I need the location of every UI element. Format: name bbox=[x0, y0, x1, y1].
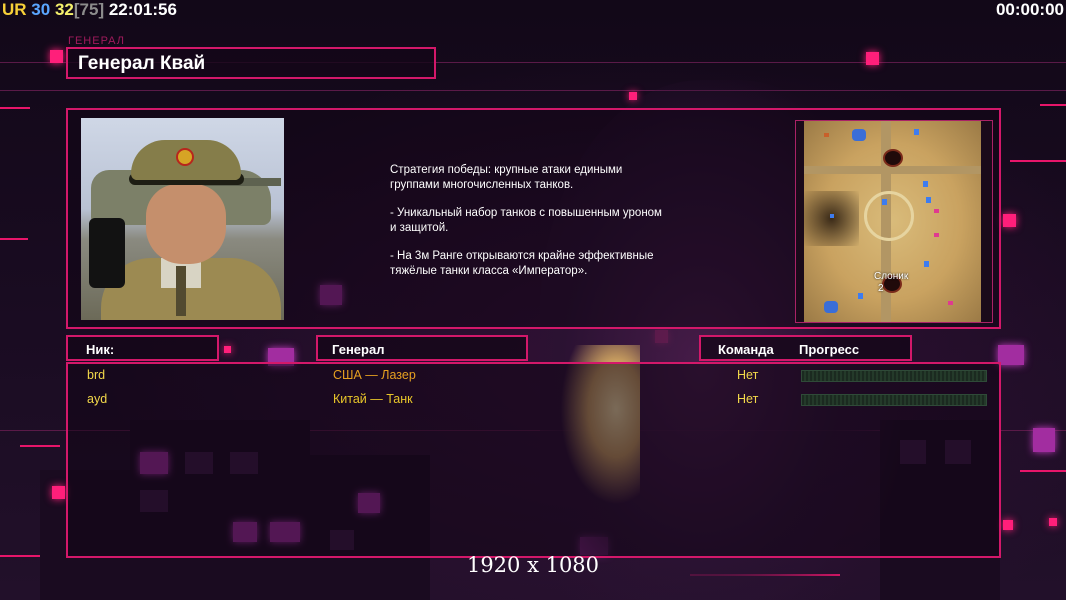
general-portrait bbox=[81, 118, 284, 320]
description-feature-1: - Уникальный набор танков с повышенным у… bbox=[390, 207, 662, 234]
description-feature-2: - На 3м Ранге открываются крайне эффекти… bbox=[390, 250, 654, 277]
header-general-label: Генерал bbox=[332, 342, 385, 357]
general-description: Стратегия победы: крупные атаки едиными … bbox=[390, 163, 710, 292]
fps-tag: UR bbox=[2, 0, 27, 19]
clock: 22:01:56 bbox=[108, 0, 177, 19]
player-team[interactable]: Нет bbox=[737, 368, 758, 382]
player-team[interactable]: Нет bbox=[737, 392, 758, 406]
general-tag: ГЕНЕРАЛ bbox=[68, 35, 125, 47]
player-row[interactable]: brd США — Лазер Нет bbox=[68, 366, 999, 388]
map-player-count: 2 bbox=[878, 283, 884, 294]
player-list: brd США — Лазер Нет ayd Китай — Танк Нет bbox=[66, 362, 1001, 558]
general-title-box: Генерал Квай bbox=[66, 47, 436, 79]
player-nick: ayd bbox=[87, 392, 108, 406]
header-team-label: Команда bbox=[718, 342, 774, 357]
progress-bar bbox=[801, 370, 987, 382]
resolution-label: 1920 x 1080 bbox=[466, 553, 600, 577]
column-header-nick: Ник: bbox=[66, 335, 219, 361]
header-progress-label: Прогресс bbox=[799, 342, 860, 357]
general-name: Генерал Квай bbox=[78, 53, 206, 74]
general-info-panel: Стратегия победы: крупные атаки едиными … bbox=[66, 108, 1001, 329]
map-preview[interactable]: Слоник 2 bbox=[795, 120, 993, 323]
column-header-team-progress: Команда Прогресс bbox=[699, 335, 912, 361]
player-nick: brd bbox=[87, 368, 106, 382]
map-name: Слоник bbox=[874, 271, 909, 282]
fps-value: 30 bbox=[31, 0, 51, 19]
player-general[interactable]: Китай — Танк bbox=[333, 392, 413, 406]
fps-cap: [75] bbox=[73, 0, 105, 19]
description-strategy: Стратегия победы: крупные атаки едиными … bbox=[390, 164, 623, 191]
player-general[interactable]: США — Лазер bbox=[333, 368, 416, 382]
player-row[interactable]: ayd Китай — Танк Нет bbox=[68, 390, 999, 412]
progress-bar bbox=[801, 394, 987, 406]
fps-counter: UR 30 32[75] 22:01:56 bbox=[2, 0, 177, 20]
header-nick-label: Ник: bbox=[86, 342, 115, 357]
fps-value-2: 32 bbox=[54, 0, 74, 19]
column-header-general: Генерал bbox=[316, 335, 528, 361]
game-timer: 00:00:00 bbox=[995, 0, 1064, 19]
